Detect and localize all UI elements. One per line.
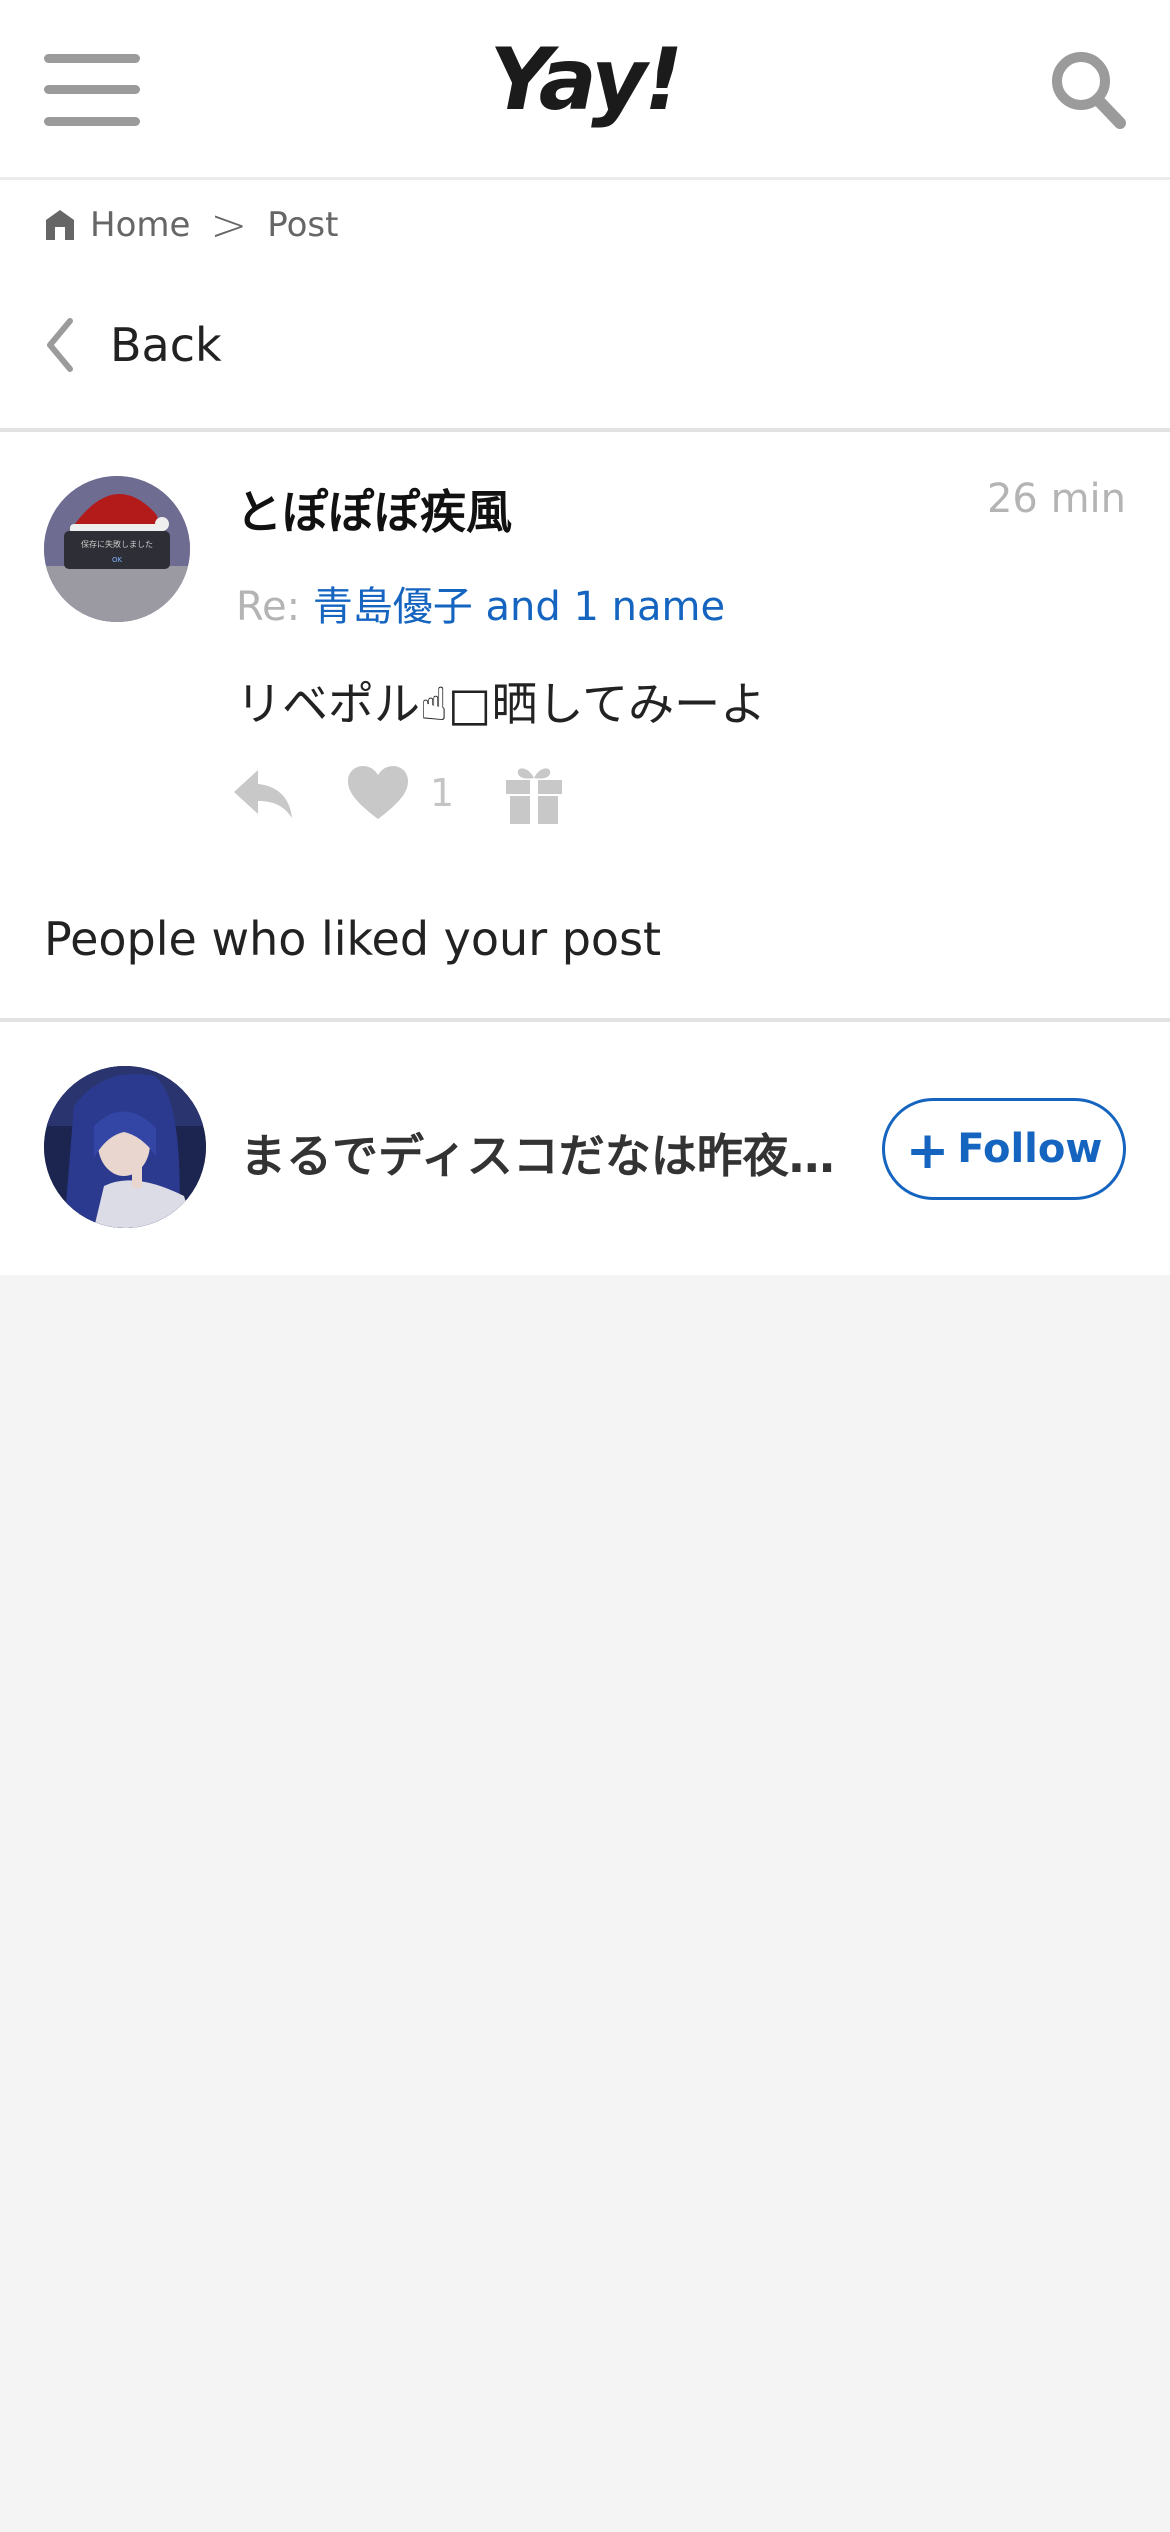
post-author-avatar[interactable]: 保存に失敗しました OK bbox=[44, 476, 190, 622]
app-logo[interactable]: Yay! bbox=[0, 30, 1170, 130]
reply-icon[interactable] bbox=[232, 764, 294, 822]
breadcrumb-separator: > bbox=[210, 199, 248, 251]
plus-icon: + bbox=[905, 1121, 950, 1181]
post-body: リベポル☝︎□晒してみーよ bbox=[236, 677, 767, 731]
avatar-caption: 保存に失敗しました bbox=[81, 539, 153, 549]
liker-name[interactable]: まるでディスコだなは昨夜… bbox=[240, 1120, 840, 1186]
reply-context: Re: 青島優子 and 1 name bbox=[236, 574, 725, 632]
gift-icon[interactable] bbox=[504, 762, 564, 824]
avatar-caption-button: OK bbox=[112, 556, 123, 564]
avatar-image bbox=[44, 1066, 206, 1228]
chevron-left-icon bbox=[47, 318, 73, 372]
post-author-name[interactable]: とぽぽぽ疾風 bbox=[236, 476, 512, 542]
like-count: 1 bbox=[430, 771, 455, 815]
liked-section-title: People who liked your post bbox=[44, 912, 662, 966]
home-icon bbox=[46, 210, 74, 240]
breadcrumb-home[interactable]: Home bbox=[90, 205, 190, 245]
search-icon[interactable] bbox=[1050, 50, 1126, 130]
post-actions: 1 bbox=[232, 758, 564, 828]
divider bbox=[0, 1018, 1170, 1022]
follow-label: Follow bbox=[957, 1126, 1103, 1172]
breadcrumb: Home > Post bbox=[44, 199, 339, 251]
post-timestamp: 26 min bbox=[986, 476, 1126, 522]
heart-icon[interactable] bbox=[346, 765, 410, 821]
divider bbox=[0, 428, 1170, 432]
follow-button[interactable]: + Follow bbox=[882, 1098, 1126, 1200]
reply-target-link[interactable]: 青島優子 and 1 name bbox=[313, 584, 725, 630]
reply-prefix: Re: bbox=[236, 584, 301, 630]
app-header: Yay! bbox=[0, 0, 1170, 180]
avatar-image: 保存に失敗しました OK bbox=[44, 476, 190, 622]
back-label: Back bbox=[110, 318, 222, 372]
liker-avatar[interactable] bbox=[44, 1066, 206, 1228]
back-button[interactable]: Back bbox=[44, 310, 222, 380]
breadcrumb-current: Post bbox=[267, 205, 339, 245]
